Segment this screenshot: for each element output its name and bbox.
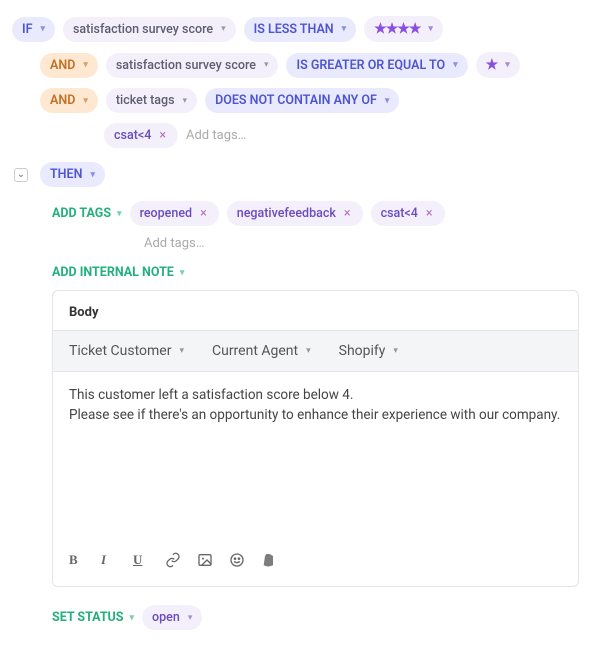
chevron-down-icon: ▾ [179,346,184,356]
link-icon[interactable] [165,552,181,572]
note-body-editor: Body Ticket Customer ▾ Current Agent ▾ S… [52,290,579,587]
condition-operator[interactable]: IS LESS THAN ▾ [244,17,357,42]
tag-chip[interactable]: csat<4 × [104,123,178,148]
editor-line: This customer left a satisfaction score … [69,386,562,406]
italic-icon[interactable]: I [101,552,117,568]
chevron-down-icon: ▾ [264,60,269,70]
underline-icon[interactable]: U [133,552,149,568]
chevron-down-icon: ▾ [385,96,390,106]
condition-field[interactable]: satisfaction survey score ▾ [63,17,236,42]
chevron-down-icon: ▾ [306,346,311,356]
chevron-down-icon: ▾ [221,24,226,34]
and-keyword[interactable]: AND ▾ [40,88,98,113]
editor-textarea[interactable]: This customer left a satisfaction score … [53,372,578,542]
chevron-down-icon: ▾ [428,24,433,34]
chevron-down-icon: ▾ [183,96,188,106]
tag-chip[interactable]: negativefeedback × [227,201,363,226]
add-tags-input[interactable]: Add tags… [144,236,204,251]
and-keyword[interactable]: AND ▾ [40,53,98,78]
editor-toolbar: B I U [53,542,578,586]
collapse-toggle[interactable]: ⌄ [14,168,28,182]
editor-line: Please see if there's an opportunity to … [69,406,562,426]
chevron-down-icon: ▾ [393,346,398,356]
chevron-down-icon: ▾ [83,60,88,70]
condition-field[interactable]: satisfaction survey score ▾ [106,53,279,78]
chevron-down-icon: ▾ [505,60,510,70]
chevron-down-icon: ▾ [117,209,122,219]
condition-operator[interactable]: IS GREATER OR EQUAL TO ▾ [286,53,467,78]
condition-value-stars[interactable]: ★★★★ ▾ [364,16,443,42]
tag-chip[interactable]: reopened × [130,201,219,226]
bold-icon[interactable]: B [69,552,85,568]
set-status-action[interactable]: SET STATUS ▾ [52,610,134,625]
add-tags-input[interactable]: Add tags… [186,128,246,143]
chevron-down-icon: ▾ [40,24,45,34]
add-tags-action[interactable]: ADD TAGS ▾ [52,206,122,221]
condition-field[interactable]: ticket tags ▾ [106,88,197,113]
chevron-down-icon: ▾ [453,60,458,70]
remove-tag-icon[interactable]: × [198,206,209,221]
chevron-down-icon: ▾ [180,268,185,278]
condition-operator[interactable]: DOES NOT CONTAIN ANY OF ▾ [205,88,399,113]
remove-tag-icon[interactable]: × [424,206,435,221]
var-ticket-customer[interactable]: Ticket Customer ▾ [69,343,184,359]
var-current-agent[interactable]: Current Agent ▾ [212,343,311,359]
body-title: Body [53,291,578,330]
chevron-down-icon: ▾ [188,613,193,623]
var-shopify[interactable]: Shopify ▾ [339,343,398,359]
tag-chip[interactable]: csat<4 × [371,201,445,226]
chevron-down-icon: ▾ [342,24,347,34]
add-internal-note-action[interactable]: ADD INTERNAL NOTE ▾ [52,265,184,280]
if-keyword[interactable]: IF ▾ [12,17,55,42]
if-label: IF [22,22,32,37]
condition-value-stars[interactable]: ★ ▾ [476,52,520,78]
shopify-icon[interactable] [261,552,277,572]
chevron-down-icon: ▾ [90,170,95,180]
image-icon[interactable] [197,552,213,572]
emoji-icon[interactable] [229,552,245,572]
variable-bar: Ticket Customer ▾ Current Agent ▾ Shopif… [53,330,578,372]
chevron-down-icon: ▾ [83,96,88,106]
status-value[interactable]: open ▾ [142,605,202,630]
then-keyword[interactable]: THEN ▾ [40,162,105,187]
remove-tag-icon[interactable]: × [157,128,168,143]
remove-tag-icon[interactable]: × [342,206,353,221]
chevron-down-icon: ▾ [130,613,135,623]
